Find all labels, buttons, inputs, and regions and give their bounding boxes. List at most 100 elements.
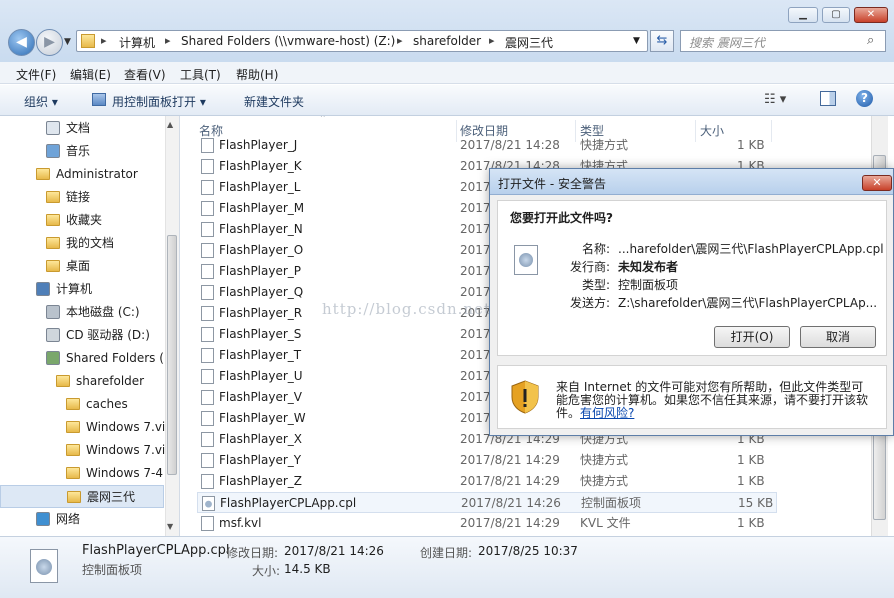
sidebar-item[interactable]: Windows 7.vi: [0, 439, 165, 462]
file-date: 2017/8/21 14:29: [460, 516, 560, 530]
dialog-publisher-label: 发行商:: [569, 260, 610, 274]
preview-pane-icon[interactable]: [820, 91, 836, 106]
menu-view[interactable]: 查看(V): [124, 66, 166, 83]
breadcrumb-shared-folders[interactable]: Shared Folders (\\vmware-host) (Z:): [181, 34, 395, 48]
what-is-the-risk-link[interactable]: 有何风险?: [580, 404, 634, 421]
file-date: 2017: [460, 264, 491, 278]
drive-icon: [46, 305, 60, 319]
sidebar-item[interactable]: 震网三代: [0, 485, 164, 508]
sidebar-item[interactable]: 链接: [0, 186, 164, 209]
breadcrumb-computer[interactable]: 计算机: [119, 34, 155, 51]
sort-ascending-icon: ⌃: [319, 116, 327, 124]
sidebar-item[interactable]: 我的文档: [0, 232, 164, 255]
file-date: 2017/8/21 14:29: [460, 453, 560, 467]
sidebar-item-label: caches: [86, 397, 128, 411]
sidebar-item-label: Administrator: [56, 167, 138, 181]
file-row[interactable]: msf.kvl 2017/8/21 14:29 KVL 文件 1 KB: [197, 513, 777, 534]
dialog-close-button[interactable]: ✕: [862, 175, 892, 191]
file-name: FlashPlayer_W: [219, 411, 306, 425]
sidebar-item[interactable]: 文档: [0, 117, 164, 140]
control-panel-icon: [92, 93, 106, 106]
details-filename: FlashPlayerCPLApp.cpl: [82, 543, 230, 558]
folder-icon: [46, 260, 60, 272]
refresh-button[interactable]: ⇆: [650, 30, 674, 52]
menu-file[interactable]: 文件(F): [16, 66, 56, 83]
file-row[interactable]: FlashPlayer_Z 2017/8/21 14:29 快捷方式 1 KB: [197, 471, 777, 492]
sidebar-item[interactable]: 计算机: [0, 278, 164, 301]
sidebar-item-label: 文档: [66, 121, 91, 135]
file-type: 控制面板项: [581, 496, 642, 510]
security-warning-dialog: 打开文件 - 安全警告 ✕ 您要打开此文件吗? 名称: ...harefolde…: [489, 168, 894, 436]
view-options-icon[interactable]: ☷ ▾: [764, 92, 786, 107]
sidebar-item[interactable]: CD 驱动器 (D:): [0, 324, 164, 347]
folder-icon: [66, 444, 80, 456]
breadcrumb-current-folder[interactable]: 震网三代: [505, 34, 553, 51]
close-window-button[interactable]: ✕: [854, 7, 888, 23]
open-with-control-panel-button[interactable]: 用控制面板打开 ▾: [112, 93, 206, 110]
navigation-scrollbar-thumb[interactable]: [167, 235, 177, 475]
shortcut-file-icon: [201, 348, 214, 363]
cpl-file-large-icon: [30, 549, 58, 583]
history-dropdown-icon[interactable]: ▼: [64, 37, 71, 47]
open-button[interactable]: 打开(O): [714, 326, 790, 348]
file-name: FlashPlayer_N: [219, 222, 303, 236]
file-row[interactable]: FlashPlayer_J 2017/8/21 14:28 快捷方式 1 KB: [197, 135, 777, 156]
address-bar[interactable]: ▸ 计算机 ▸ Shared Folders (\\vmware-host) (…: [76, 30, 648, 52]
folder-icon: [67, 491, 81, 503]
file-name: FlashPlayer_J: [219, 138, 298, 152]
menu-help[interactable]: 帮助(H): [236, 66, 278, 83]
scroll-down-icon[interactable]: ▼: [167, 522, 173, 531]
forward-button[interactable]: ▶: [36, 29, 63, 56]
sidebar-item[interactable]: Administrator: [0, 163, 164, 186]
file-name: FlashPlayer_X: [219, 432, 303, 446]
address-dropdown-icon[interactable]: ▼: [633, 36, 640, 46]
sidebar-item-label: 计算机: [56, 282, 93, 296]
dialog-publisher-value: 未知发布者: [618, 260, 679, 274]
dialog-title-bar: 打开文件 - 安全警告 ✕: [490, 169, 893, 195]
file-name: FlashPlayer_M: [219, 201, 305, 215]
file-type: 快捷方式: [580, 453, 629, 467]
file-row[interactable]: FlashPlayer_Y 2017/8/21 14:29 快捷方式 1 KB: [197, 450, 777, 471]
breadcrumb-separator-icon: ▸: [489, 34, 495, 47]
menu-bar: 文件(F) 编辑(E) 查看(V) 工具(T) 帮助(H): [0, 62, 894, 84]
dialog-title: 打开文件 - 安全警告: [498, 177, 606, 191]
file-row[interactable]: FlashPlayerCPLApp.cpl 2017/8/21 14:26 控制面板…: [197, 492, 777, 513]
sidebar-item[interactable]: caches: [0, 393, 164, 416]
sidebar-item[interactable]: sharefolder: [0, 370, 164, 393]
search-box[interactable]: 搜索 震网三代 ⌕: [680, 30, 886, 52]
sidebar-item[interactable]: 网络: [0, 508, 164, 531]
new-folder-button[interactable]: 新建文件夹: [244, 93, 304, 110]
file-name: FlashPlayer_U: [219, 369, 303, 383]
scroll-up-icon[interactable]: ▲: [167, 120, 173, 129]
sidebar-item[interactable]: 本地磁盘 (C:): [0, 301, 164, 324]
sidebar-item[interactable]: 音乐: [0, 140, 164, 163]
menu-edit[interactable]: 编辑(E): [70, 66, 111, 83]
search-placeholder: 搜索 震网三代: [689, 36, 765, 50]
help-icon[interactable]: ?: [856, 90, 873, 107]
minimize-button[interactable]: ▁: [788, 7, 818, 23]
sidebar-item[interactable]: 收藏夹: [0, 209, 164, 232]
back-button[interactable]: ◀: [8, 29, 35, 56]
cancel-button[interactable]: 取消: [800, 326, 876, 348]
search-icon[interactable]: ⌕: [867, 33, 874, 48]
file-name: FlashPlayer_L: [219, 180, 301, 194]
sidebar-item[interactable]: Windows 7.vi: [0, 416, 165, 439]
shortcut-file-icon: [201, 474, 214, 489]
file-date: 2017: [460, 327, 491, 341]
organize-button[interactable]: 组织 ▾: [24, 93, 58, 110]
sidebar-item[interactable]: Shared Folders (: [0, 347, 164, 370]
sidebar-item-label: Shared Folders (: [66, 351, 164, 365]
file-date: 2017: [460, 180, 491, 194]
file-date: 2017: [460, 243, 491, 257]
folder-icon: [46, 237, 60, 249]
maximize-button[interactable]: ▢: [822, 7, 850, 23]
network-icon: [36, 512, 50, 526]
file-size: 15 KB: [738, 496, 774, 510]
file-name: FlashPlayer_Z: [219, 474, 303, 488]
user-folder-icon: [36, 168, 50, 180]
file-size: 1 KB: [737, 138, 765, 152]
sidebar-item[interactable]: 桌面: [0, 255, 164, 278]
sidebar-item[interactable]: Windows 7-4: [0, 462, 164, 485]
menu-tools[interactable]: 工具(T): [180, 66, 221, 83]
breadcrumb-sharefolder[interactable]: sharefolder: [413, 34, 481, 48]
